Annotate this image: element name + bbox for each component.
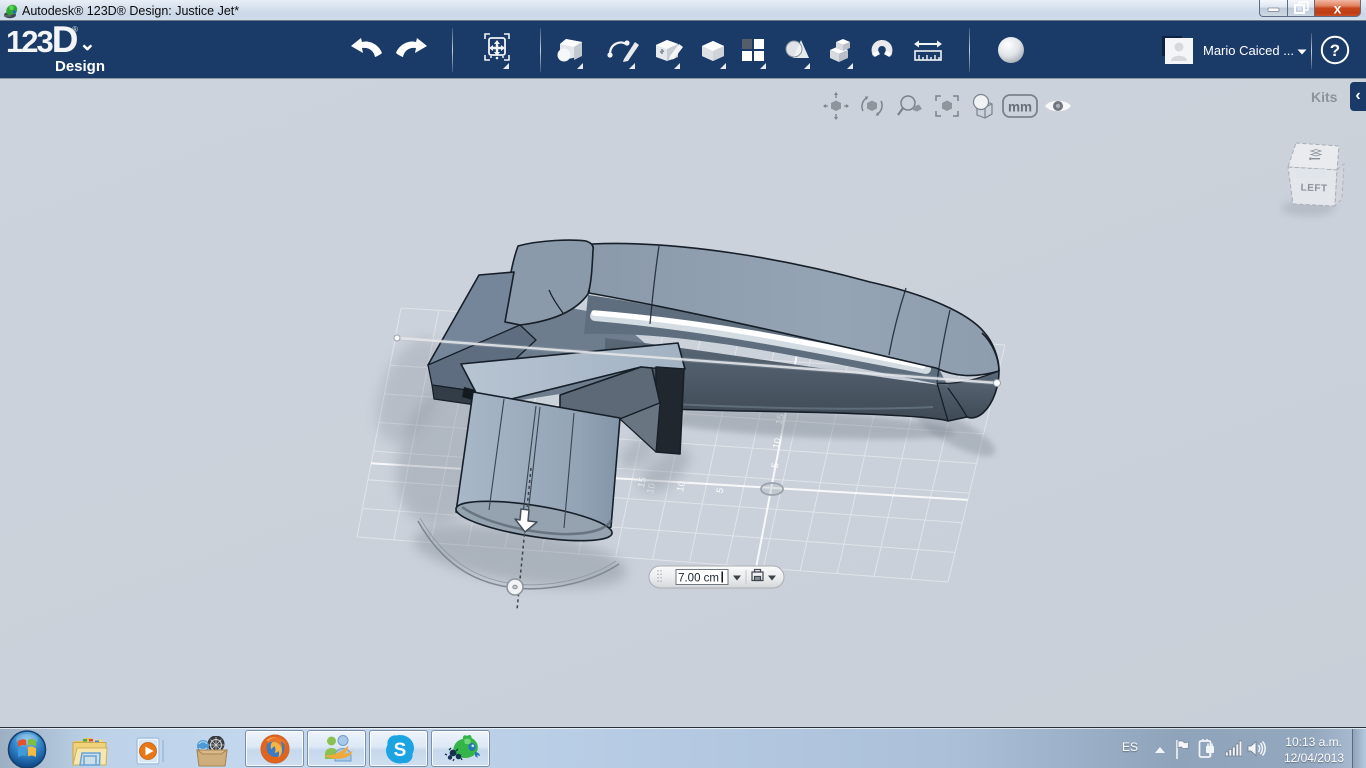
svg-text:mm: mm [1008, 100, 1032, 115]
svg-text:x: x [1334, 1, 1342, 16]
svg-text:5: 5 [770, 462, 782, 469]
svg-text:?: ? [1330, 41, 1340, 60]
svg-text:7.00 cm: 7.00 cm [678, 573, 719, 585]
svg-text:10: 10 [675, 480, 688, 493]
svg-text:S: S [394, 740, 407, 761]
svg-text:LEFT: LEFT [1300, 183, 1327, 195]
svg-text:5: 5 [715, 487, 727, 494]
svg-text:10: 10 [771, 437, 784, 450]
